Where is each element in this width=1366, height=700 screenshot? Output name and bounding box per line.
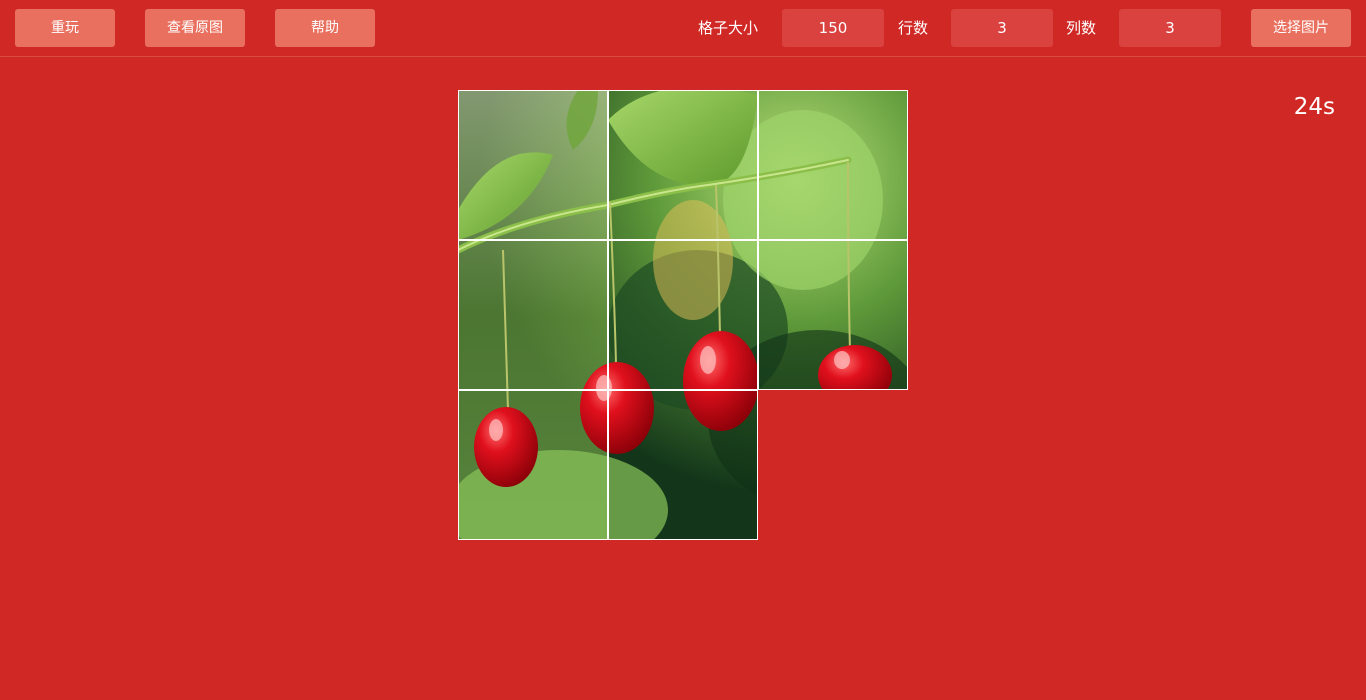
toolbar: 重玩 查看原图 帮助 格子大小 行数 列数 选择图片 [0,0,1366,57]
cell-size-input[interactable] [782,9,884,47]
rows-input[interactable] [951,9,1053,47]
puzzle-tile[interactable] [458,390,608,540]
puzzle-tile[interactable] [608,240,758,390]
replay-button[interactable]: 重玩 [15,9,115,47]
puzzle-tile[interactable] [608,390,758,540]
help-button[interactable]: 帮助 [275,9,375,47]
puzzle-tile[interactable] [758,240,908,390]
puzzle-piece-image [608,240,758,390]
puzzle-piece-image [458,90,608,240]
puzzle-piece-image [458,390,608,540]
choose-image-button[interactable]: 选择图片 [1251,9,1351,47]
rows-label: 行数 [898,19,929,37]
puzzle-tile[interactable] [458,90,608,240]
puzzle-piece-image [458,240,608,390]
puzzle-tile[interactable] [758,90,908,240]
view-original-button[interactable]: 查看原图 [145,9,245,47]
puzzle-tile[interactable] [608,90,758,240]
cols-input[interactable] [1119,9,1221,47]
puzzle-piece-image [608,390,758,540]
puzzle-tile[interactable] [458,240,608,390]
cols-label: 列数 [1066,19,1097,37]
cell-size-label: 格子大小 [698,19,759,37]
puzzle-piece-image [758,240,908,390]
puzzle-piece-image [758,90,908,240]
puzzle-piece-image [608,90,758,240]
puzzle-board [458,90,908,540]
timer: 24s [1293,94,1335,120]
